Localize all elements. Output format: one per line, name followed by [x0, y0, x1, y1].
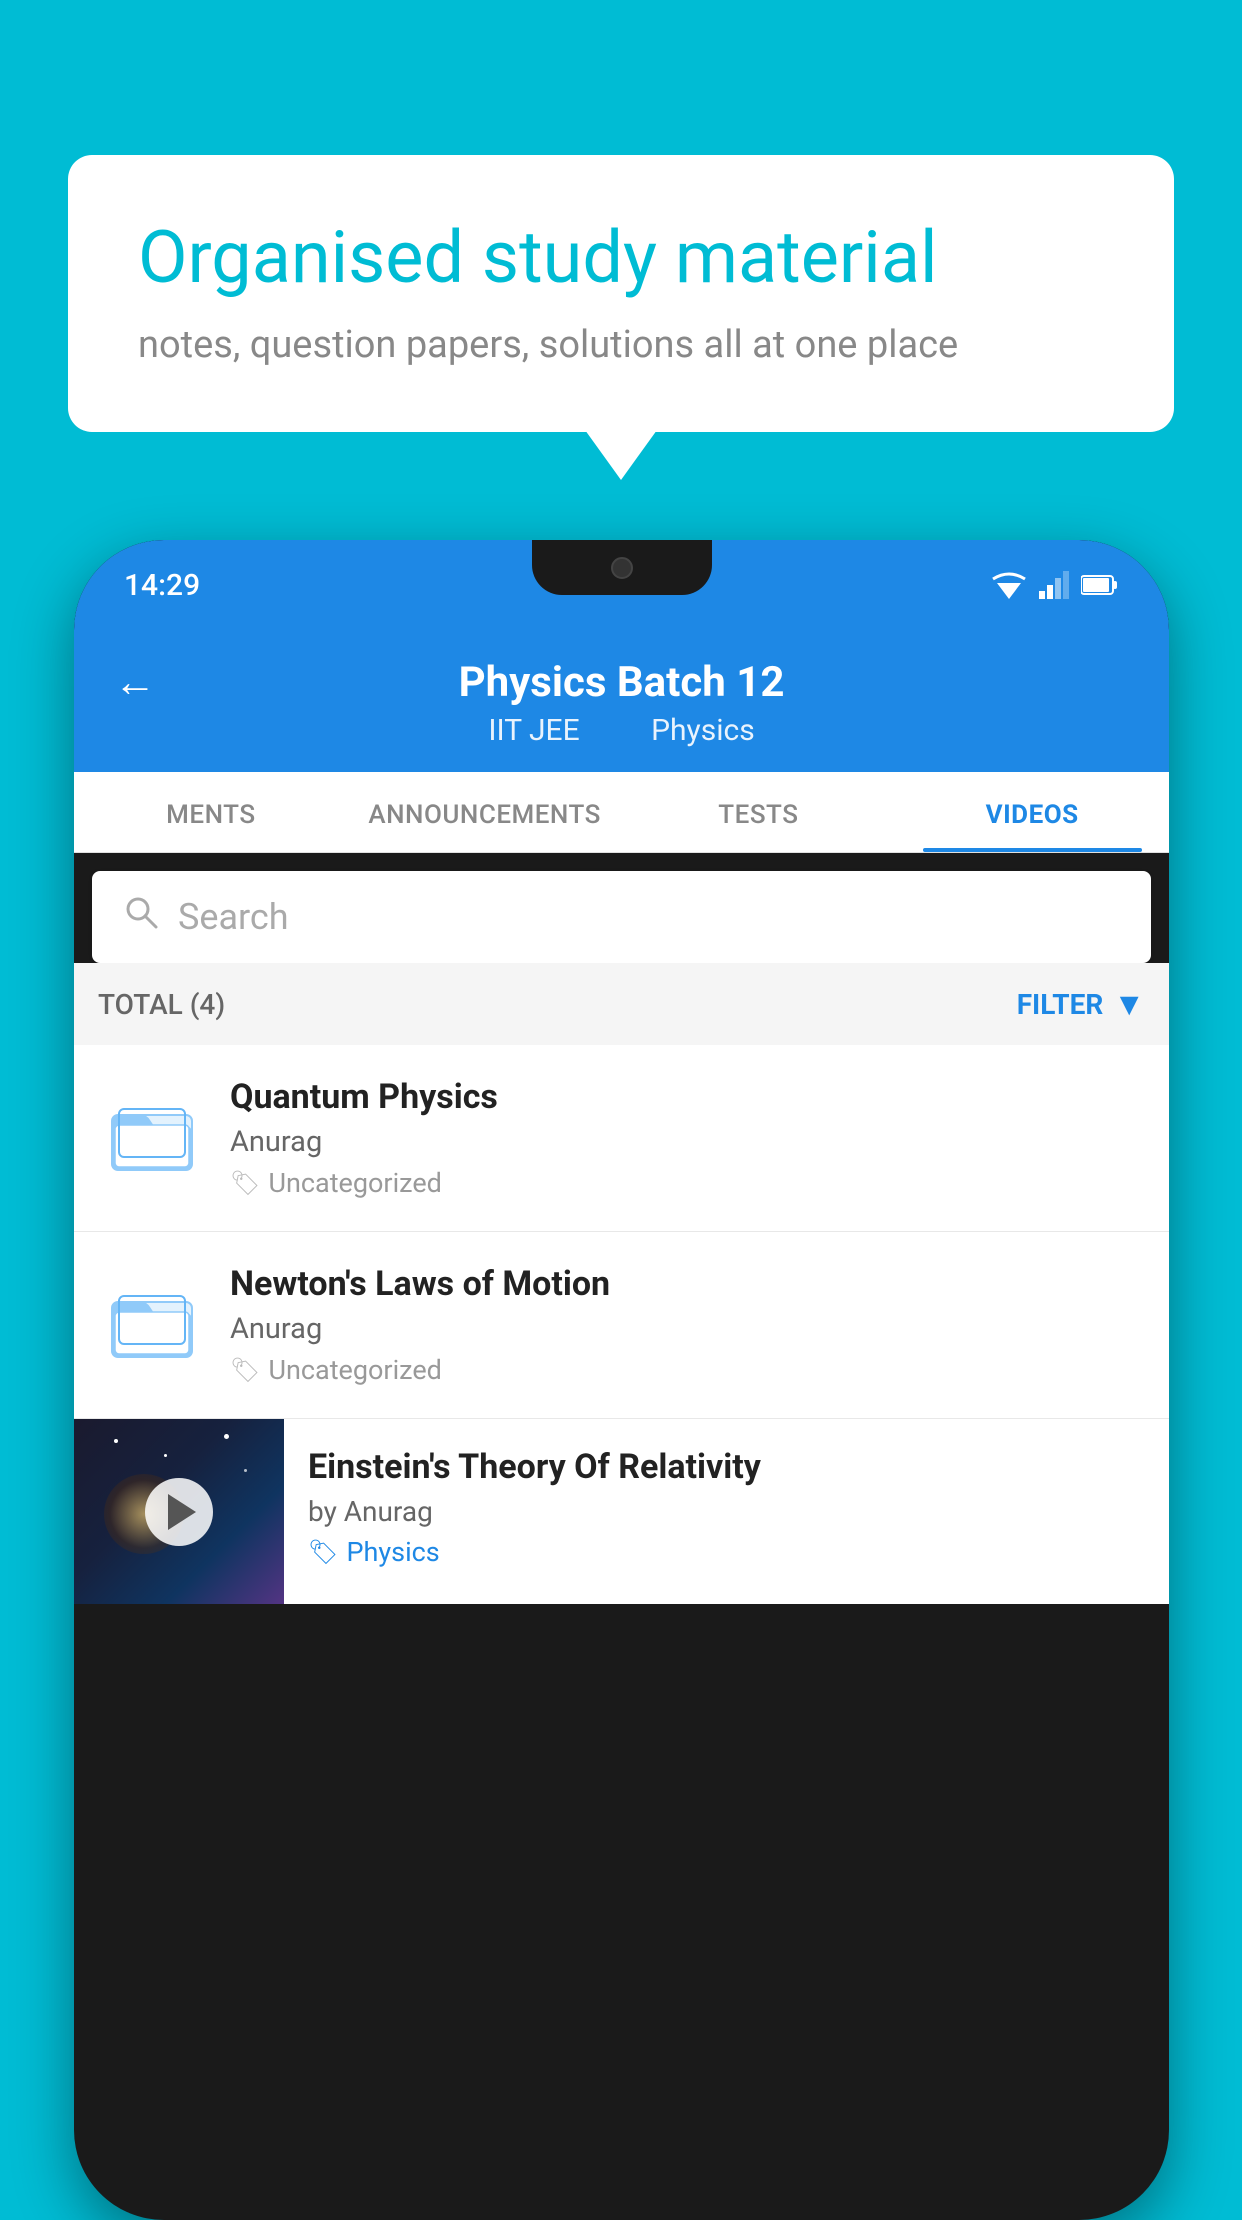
video-list: Quantum Physics Anurag 🏷 Uncategorized — [74, 1045, 1169, 1604]
header-subtitle: IIT JEE Physics — [472, 713, 770, 748]
speech-bubble-subtitle: notes, question papers, solutions all at… — [138, 323, 1104, 367]
phone-screen: 14:29 — [74, 540, 1169, 2220]
filter-button[interactable]: FILTER ▼ — [1017, 985, 1145, 1023]
tag-iit-jee: IIT JEE — [488, 713, 579, 748]
folder-thumb-1 — [102, 1077, 202, 1187]
status-bar: 14:29 — [74, 540, 1169, 630]
speech-bubble-title: Organised study material — [138, 215, 1104, 301]
video-thumbnail-3 — [74, 1419, 284, 1604]
tab-announcements[interactable]: ANNOUNCEMENTS — [348, 772, 622, 852]
phone-frame: 14:29 — [74, 540, 1169, 2220]
video-title-3: Einstein's Theory Of Relativity — [308, 1447, 1145, 1487]
filter-label: FILTER — [1017, 988, 1104, 1021]
search-icon — [122, 893, 160, 941]
back-button[interactable]: ← — [114, 658, 156, 707]
tag-icon-3: 🏷 — [308, 1538, 338, 1566]
tab-ments[interactable]: MENTS — [74, 772, 348, 852]
folder-icon-1 — [107, 1087, 197, 1177]
speech-bubble: Organised study material notes, question… — [68, 155, 1174, 432]
tab-tests[interactable]: TESTS — [622, 772, 896, 852]
search-placeholder: Search — [178, 896, 289, 938]
total-count: TOTAL (4) — [98, 988, 225, 1021]
video-tag-2: 🏷 Uncategorized — [230, 1354, 1141, 1386]
tag-icon-2: 🏷 — [230, 1356, 260, 1384]
star-2 — [164, 1454, 167, 1457]
tab-bar: MENTS ANNOUNCEMENTS TESTS VIDEOS — [74, 772, 1169, 853]
list-item[interactable]: Newton's Laws of Motion Anurag 🏷 Uncateg… — [74, 1232, 1169, 1419]
star-4 — [244, 1469, 247, 1472]
video-author-1: Anurag — [230, 1125, 1141, 1159]
battery-icon — [1081, 574, 1119, 596]
tag-icon-1: 🏷 — [230, 1169, 260, 1197]
video-tag-1: 🏷 Uncategorized — [230, 1167, 1141, 1199]
tag-physics: Physics — [651, 713, 755, 748]
video-author-2: Anurag — [230, 1312, 1141, 1346]
filter-bar: TOTAL (4) FILTER ▼ — [74, 963, 1169, 1045]
wifi-icon — [991, 571, 1027, 599]
list-item[interactable]: Quantum Physics Anurag 🏷 Uncategorized — [74, 1045, 1169, 1232]
tab-videos[interactable]: VIDEOS — [895, 772, 1169, 852]
signal-icon — [1039, 571, 1069, 599]
play-button-3[interactable] — [145, 1478, 213, 1546]
search-bar[interactable]: Search — [92, 871, 1151, 963]
filter-icon: ▼ — [1113, 985, 1145, 1023]
list-item[interactable]: Einstein's Theory Of Relativity by Anura… — [74, 1419, 1169, 1604]
video-tag-3: 🏷 Physics — [308, 1536, 1145, 1568]
folder-icon-2 — [107, 1274, 197, 1364]
app-header: ← Physics Batch 12 IIT JEE Physics — [74, 630, 1169, 772]
video-info-2: Newton's Laws of Motion Anurag 🏷 Uncateg… — [230, 1264, 1141, 1386]
video-author-3: by Anurag — [308, 1495, 1145, 1528]
video-info-3: Einstein's Theory Of Relativity by Anura… — [284, 1419, 1169, 1596]
status-time: 14:29 — [124, 568, 200, 603]
play-triangle — [168, 1494, 196, 1530]
video-info-1: Quantum Physics Anurag 🏷 Uncategorized — [230, 1077, 1141, 1199]
header-row: ← Physics Batch 12 — [114, 658, 1129, 707]
status-icons — [991, 571, 1119, 599]
video-title-2: Newton's Laws of Motion — [230, 1264, 1141, 1304]
header-title: Physics Batch 12 — [459, 658, 785, 707]
video-title-1: Quantum Physics — [230, 1077, 1141, 1117]
notch — [532, 540, 712, 595]
star-1 — [114, 1439, 118, 1443]
star-3 — [224, 1434, 229, 1439]
screen-content: Search TOTAL (4) FILTER ▼ — [74, 853, 1169, 2220]
camera — [611, 557, 633, 579]
folder-thumb-2 — [102, 1264, 202, 1374]
